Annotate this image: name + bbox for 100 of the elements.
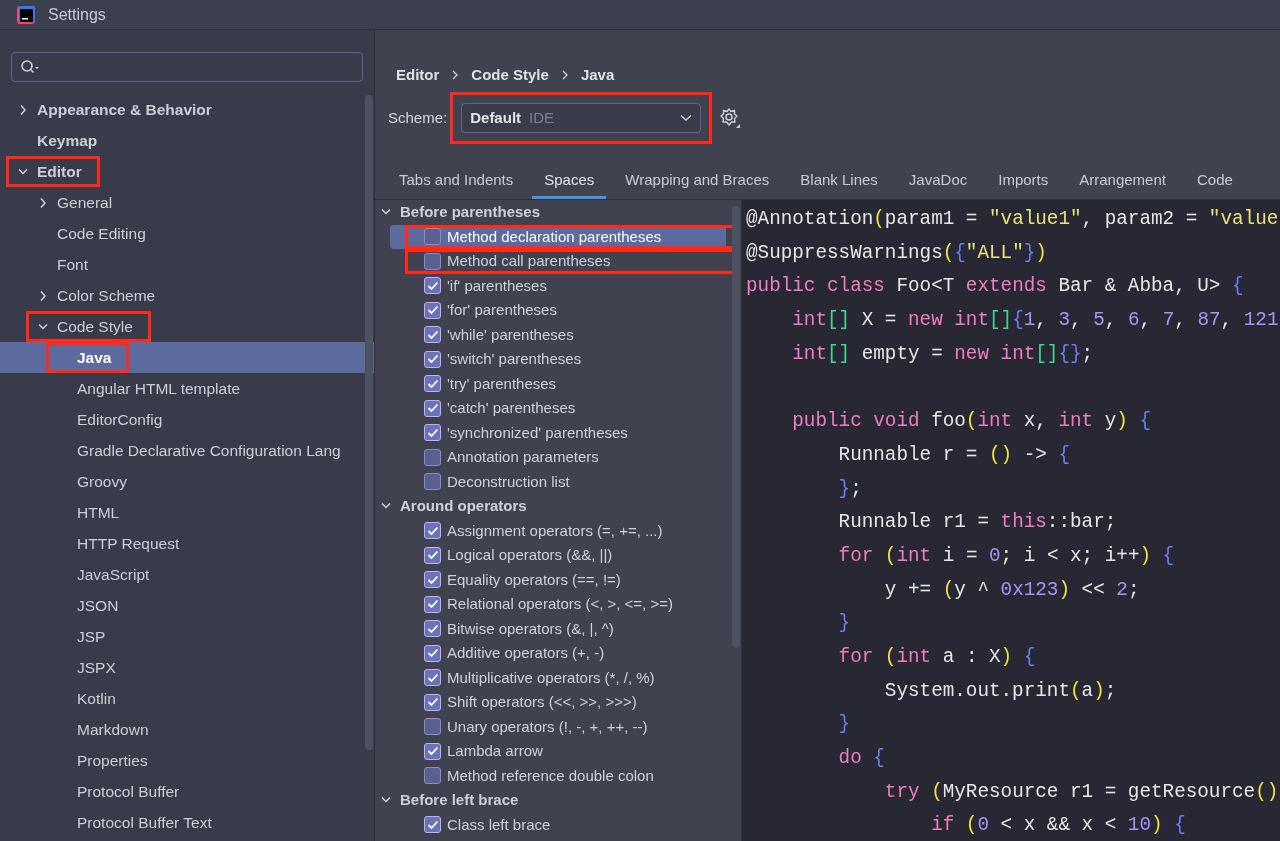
tree-item[interactable]: Properties [0, 745, 374, 776]
group-heading: Around operators [400, 496, 527, 516]
option-row[interactable]: Unary operators (!, -, +, ++, --) [390, 714, 726, 739]
option-row[interactable]: Logical operators (&&, ||) [390, 543, 726, 568]
tree-item-label: HTTP Request [77, 533, 180, 554]
checkbox[interactable] [424, 473, 441, 491]
checkbox[interactable] [424, 718, 441, 736]
tree-item[interactable]: HTTP Request [0, 528, 374, 559]
checkbox[interactable] [424, 350, 441, 368]
tab[interactable]: Blank Lines [788, 159, 890, 199]
option-row[interactable]: Additive operators (+, -) [390, 641, 726, 666]
checkbox[interactable] [424, 620, 441, 638]
checkbox[interactable] [424, 595, 441, 613]
option-row[interactable]: 'catch' parentheses [390, 396, 726, 421]
search-field[interactable] [11, 52, 363, 82]
tree-item[interactable]: JSPX [0, 652, 374, 683]
option-label: Multiplicative operators (*, /, %) [447, 667, 655, 688]
tree-item[interactable]: General [0, 187, 374, 218]
checkbox[interactable] [424, 252, 441, 270]
checkbox[interactable] [424, 228, 441, 246]
tree-item[interactable]: Gradle Declarative Configuration Lang [0, 435, 374, 466]
tree-item-label: Gradle Declarative Configuration Lang [77, 440, 341, 461]
tree-item[interactable]: Code Editing [0, 218, 374, 249]
option-label: Equality operators (==, !=) [447, 569, 621, 590]
option-row[interactable]: Bitwise operators (&, |, ^) [390, 616, 726, 641]
option-row[interactable]: 'try' parentheses [390, 371, 726, 396]
option-row[interactable]: 'synchronized' parentheses [390, 420, 726, 445]
breadcrumb-item[interactable]: Java [580, 63, 615, 87]
tree-item-label: Groovy [77, 471, 127, 492]
option-row[interactable]: Method reference double colon [390, 763, 726, 788]
checkbox[interactable] [424, 301, 441, 319]
chevron-right-icon[interactable] [18, 103, 28, 116]
tree-item[interactable]: HTML [0, 497, 374, 528]
chevron-right-icon[interactable] [38, 289, 48, 302]
tree-item[interactable]: Groovy [0, 466, 374, 497]
option-row[interactable]: 'while' parentheses [390, 322, 726, 347]
checkbox[interactable] [424, 546, 441, 564]
tree-item[interactable]: Protocol Buffer Text [0, 807, 374, 838]
scheme-dropdown[interactable]: Default IDE [461, 103, 702, 133]
option-label: Annotation parameters [447, 447, 599, 467]
checkbox[interactable] [424, 767, 441, 785]
tab[interactable]: Tabs and Indents [387, 159, 526, 199]
tree-item[interactable]: Font [0, 249, 374, 280]
checkbox[interactable] [424, 326, 441, 344]
option-row[interactable]: Equality operators (==, !=) [390, 567, 726, 592]
tree-item[interactable]: JavaScript [0, 559, 374, 590]
scrollbar[interactable] [365, 95, 373, 750]
code-line: } [837, 611, 852, 637]
tree-item[interactable]: Angular HTML template [0, 373, 374, 404]
checkbox[interactable] [424, 375, 441, 393]
breadcrumb-item[interactable]: Editor [396, 63, 440, 87]
tree-item-label: Keymap [37, 130, 98, 151]
tree-item[interactable]: JSP [0, 621, 374, 652]
tree-item[interactable]: Keymap [0, 125, 374, 156]
tree-item[interactable]: Protocol Buffer [0, 776, 374, 807]
code-line: @Annotation(param1 = "value1", param2 = "value [746, 207, 1280, 232]
checkbox[interactable] [424, 816, 441, 834]
checkbox[interactable] [424, 424, 441, 442]
option-row[interactable]: Assignment operators (=, +=, ...) [390, 518, 726, 543]
option-row[interactable]: Relational operators (<, >, <=, >=) [390, 592, 726, 617]
checkbox[interactable] [424, 742, 441, 760]
option-row[interactable]: Lambda arrow [390, 739, 726, 764]
tab[interactable]: Imports [986, 159, 1061, 199]
checkbox[interactable] [424, 448, 441, 466]
option-row[interactable]: Deconstruction list [390, 469, 726, 494]
checkbox[interactable] [424, 644, 441, 662]
scrollbar[interactable] [732, 206, 740, 648]
option-row[interactable]: 'switch' parentheses [390, 347, 726, 372]
tree-item[interactable]: EditorConfig [0, 404, 374, 435]
option-row[interactable]: Multiplicative operators (*, /, %) [390, 665, 726, 690]
tree-item[interactable]: Editor [0, 156, 374, 187]
tree-item[interactable]: Java [0, 342, 374, 373]
tree-item[interactable]: Markdown [0, 714, 374, 745]
checkbox[interactable] [424, 399, 441, 417]
tree-item-label: Editor [37, 161, 82, 182]
tree-item[interactable]: Kotlin [0, 683, 374, 714]
tab[interactable]: JavaDoc [896, 159, 980, 199]
chevron-right-icon[interactable] [38, 196, 48, 209]
tree-item[interactable]: Color Scheme [0, 280, 374, 311]
tab[interactable]: Wrapping and Braces [613, 159, 782, 199]
breadcrumb-item[interactable]: Code Style [471, 63, 549, 87]
tree-item[interactable]: Code Style [0, 311, 374, 342]
option-row[interactable]: Annotation parameters [390, 445, 726, 470]
checkbox[interactable] [424, 669, 441, 687]
checkbox[interactable] [424, 693, 441, 711]
tab[interactable]: Code [1184, 159, 1245, 199]
option-row[interactable]: 'if' parentheses [390, 273, 726, 298]
option-row[interactable]: 'for' parentheses [390, 298, 726, 323]
tab[interactable]: Arrangement [1067, 159, 1178, 199]
tree-item[interactable]: Appearance & Behavior [0, 94, 374, 125]
checkbox[interactable] [424, 571, 441, 589]
checkbox[interactable] [424, 277, 441, 295]
checkmark-icon [426, 697, 439, 708]
option-row[interactable]: Shift operators (<<, >>, >>>) [390, 690, 726, 715]
tab[interactable]: Spaces [532, 159, 607, 199]
checkbox[interactable] [424, 522, 441, 540]
option-row[interactable]: Class left brace [390, 812, 726, 837]
option-row[interactable]: Method call parentheses [390, 249, 726, 274]
settings-icon[interactable] [719, 107, 742, 129]
tree-item[interactable]: JSON [0, 590, 374, 621]
